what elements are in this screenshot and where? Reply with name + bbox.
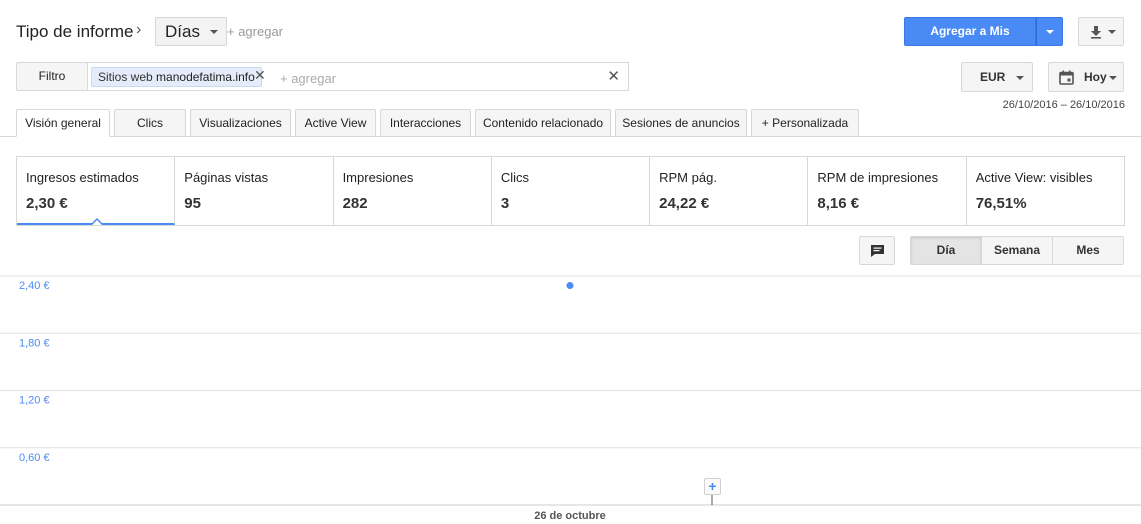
chip-remove-icon[interactable]: ✕ [254, 67, 266, 84]
metric-label: Clics [500, 170, 530, 185]
period-toggle: Día Semana Mes [910, 236, 1124, 265]
metric-impresiones[interactable]: Impresiones 282 [334, 157, 492, 225]
metric-label: Ingresos estimados [26, 170, 139, 185]
metric-value: 2,30 € [26, 195, 68, 212]
period-day-button[interactable]: Día [911, 237, 982, 264]
caret-down-icon [1109, 76, 1117, 80]
period-week-button[interactable]: Semana [982, 237, 1053, 264]
x-tick-label: 26 de octubre [534, 510, 606, 522]
filter-add-input[interactable]: + agregar [280, 71, 336, 86]
add-dimension-link[interactable]: + agregar [227, 24, 283, 39]
metric-value: 282 [342, 195, 368, 212]
add-to-reports-dropdown-button[interactable] [1036, 17, 1063, 46]
data-point [566, 282, 574, 290]
metric-label: RPM de impresiones [817, 170, 939, 185]
metric-paginas-vistas[interactable]: Páginas vistas 95 [175, 157, 334, 225]
tab-personalizada[interactable]: + Personalizada [751, 109, 859, 137]
chevron-right-icon: › [136, 21, 142, 38]
y-tick-label: 2,40 € [19, 280, 50, 292]
metric-clics[interactable]: Clics 3 [492, 157, 651, 225]
y-tick-label: 1,20 € [19, 395, 50, 407]
page-title: Tipo de informe [16, 22, 134, 41]
metric-label: RPM pág. [659, 170, 717, 185]
tab-interacciones[interactable]: Interacciones [380, 109, 471, 137]
caret-down-icon [1046, 30, 1054, 34]
filter-bar[interactable]: Sitios web manodefatima.info ✕ + agregar… [88, 62, 629, 91]
metric-label: Páginas vistas [184, 170, 269, 185]
metric-value: 8,16 € [817, 195, 860, 212]
report-type-label: Días [165, 22, 200, 41]
date-preset-label: Hoy [1084, 70, 1107, 84]
metric-value: 24,22 € [659, 195, 710, 212]
download-button[interactable] [1078, 17, 1124, 46]
period-month-button[interactable]: Mes [1053, 237, 1123, 264]
metrics-scorecard: Ingresos estimados 2,30 € Páginas vistas… [16, 156, 1125, 226]
metric-value: 3 [500, 195, 510, 212]
metric-value: 95 [184, 195, 201, 212]
currency-dropdown[interactable]: EUR [961, 62, 1033, 92]
metric-rpm-impresiones[interactable]: RPM de impresiones 8,16 € [808, 157, 967, 225]
add-to-my-reports-button[interactable]: Agregar a Mis informes [904, 17, 1036, 65]
tab-clics[interactable]: Clics [114, 109, 186, 137]
revenue-line-chart: 2,40 € 1,80 € 1,20 € 0,60 € 26 de octubre [0, 275, 1141, 522]
calendar-icon [1059, 70, 1074, 85]
tab-vision-general[interactable]: Visión general [16, 109, 110, 137]
caret-down-icon [209, 30, 218, 34]
caret-down-icon [1108, 30, 1116, 34]
filter-chip-prefix: Sitios web [98, 70, 153, 84]
annotation-button[interactable] [859, 236, 895, 265]
tab-contenido-relacionado[interactable]: Contenido relacionado [475, 109, 611, 137]
metric-rpm-pag[interactable]: RPM pág. 24,22 € [650, 157, 809, 225]
metric-ingresos-estimados[interactable]: Ingresos estimados 2,30 € [17, 157, 176, 225]
metric-label: Active View: visibles [975, 170, 1093, 185]
filter-button[interactable]: Filtro [16, 62, 88, 91]
caret-down-icon [1016, 76, 1024, 80]
date-range-dropdown[interactable]: Hoy [1048, 62, 1124, 92]
currency-label: EUR [980, 70, 1006, 84]
tab-sesiones-de-anuncios[interactable]: Sesiones de anuncios [615, 109, 747, 137]
filter-chip-value: manodefatima.info [156, 70, 255, 84]
clear-filter-icon[interactable]: ✕ [607, 67, 620, 85]
metric-label: Impresiones [342, 170, 414, 185]
add-annotation-marker[interactable]: + [704, 478, 721, 495]
report-type-dropdown[interactable]: Días [155, 17, 227, 46]
comment-icon [871, 245, 884, 257]
metric-value: 76,51% [975, 195, 1027, 212]
tab-active-view[interactable]: Active View [295, 109, 376, 137]
selected-pointer-icon [91, 218, 103, 225]
y-tick-label: 1,80 € [19, 337, 50, 349]
tab-visualizaciones[interactable]: Visualizaciones [190, 109, 291, 137]
date-range-text: 26/10/2016 – 26/10/2016 [1002, 99, 1125, 111]
filter-chip[interactable]: Sitios web manodefatima.info [91, 67, 262, 87]
download-icon [1091, 26, 1101, 39]
metric-active-view-visibles[interactable]: Active View: visibles 76,51% [967, 157, 1124, 225]
y-tick-label: 0,60 € [19, 452, 50, 464]
